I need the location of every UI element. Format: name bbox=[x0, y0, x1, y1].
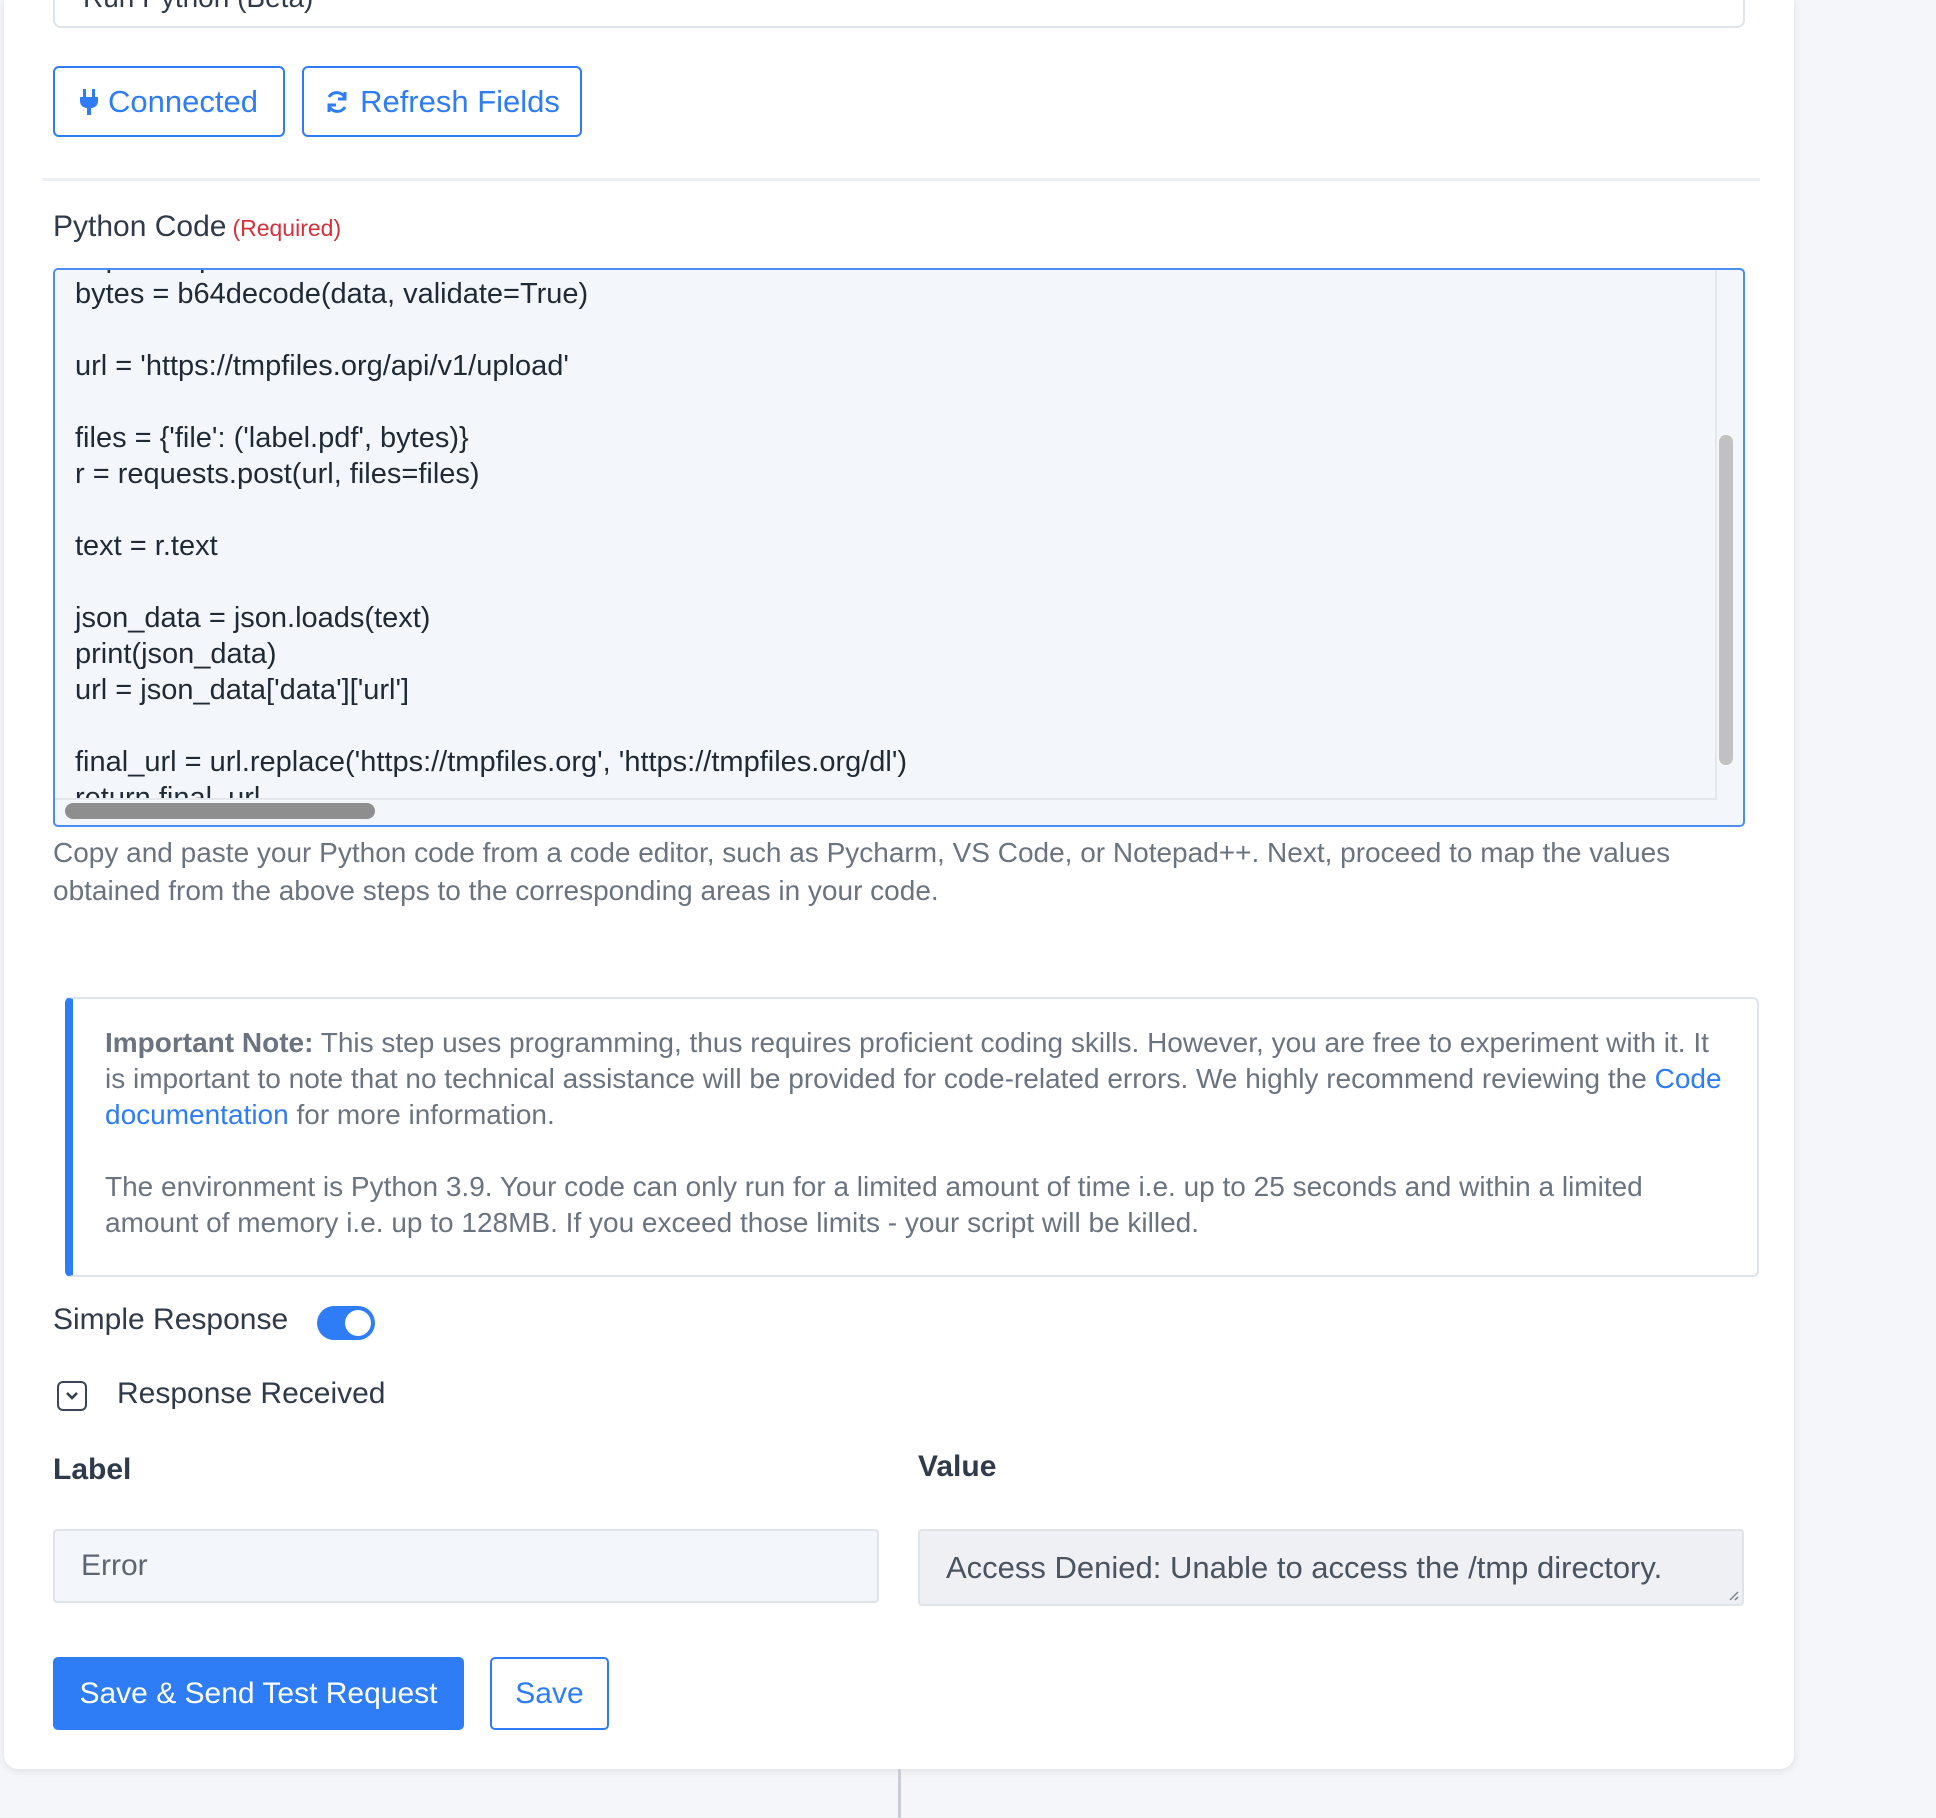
response-label-field[interactable]: Error bbox=[53, 1529, 879, 1603]
value-column-header: Value bbox=[918, 1450, 997, 1483]
refresh-fields-button[interactable]: Refresh Fields bbox=[302, 66, 582, 137]
note-paragraph-1: Important Note: This step uses programmi… bbox=[105, 1025, 1735, 1133]
code-line: return final_url bbox=[75, 782, 261, 800]
python-code-editor[interactable]: import requestsbytes = b64decode(data, v… bbox=[53, 268, 1745, 827]
code-lines: import requestsbytes = b64decode(data, v… bbox=[75, 270, 908, 800]
simple-response-toggle[interactable] bbox=[317, 1306, 375, 1340]
action-event-select[interactable]: Run Python (Beta) bbox=[53, 0, 1745, 28]
code-line: r = requests.post(url, files=files) bbox=[75, 458, 480, 490]
connected-button[interactable]: Connected bbox=[53, 66, 285, 137]
toggle-knob bbox=[345, 1310, 371, 1336]
important-note-box: Important Note: This step uses programmi… bbox=[65, 997, 1759, 1277]
horizontal-scrollbar[interactable] bbox=[65, 803, 375, 819]
note-text-1: This step uses programming, thus require… bbox=[105, 1027, 1709, 1094]
code-line: files = {'file': ('label.pdf', bytes)} bbox=[75, 422, 469, 454]
action-event-value: Run Python (Beta) bbox=[83, 0, 313, 14]
code-line: url = 'https://tmpfiles.org/api/v1/uploa… bbox=[75, 350, 569, 382]
code-line: text = r.text bbox=[75, 530, 218, 562]
save-send-test-button[interactable]: Save & Send Test Request bbox=[53, 1657, 464, 1730]
code-viewport[interactable]: import requestsbytes = b64decode(data, v… bbox=[55, 270, 1717, 800]
simple-response-label: Simple Response bbox=[53, 1303, 289, 1336]
code-line: json_data = json.loads(text) bbox=[75, 602, 431, 634]
save-button[interactable]: Save bbox=[490, 1657, 609, 1730]
response-value-text: Access Denied: Unable to access the /tmp… bbox=[946, 1549, 1663, 1585]
note-title: Important Note: bbox=[105, 1027, 314, 1058]
note-text-1-end: for more information. bbox=[288, 1099, 555, 1130]
python-code-label: Python Code (Required) bbox=[53, 210, 341, 244]
refresh-label: Refresh Fields bbox=[360, 83, 560, 119]
required-marker: (Required) bbox=[232, 215, 342, 241]
code-line: bytes = b64decode(data, validate=True) bbox=[75, 278, 589, 310]
code-line: final_url = url.replace('https://tmpfile… bbox=[75, 746, 908, 778]
note-paragraph-2: The environment is Python 3.9. Your code… bbox=[105, 1171, 1643, 1238]
vertical-scrollbar[interactable] bbox=[1719, 435, 1733, 765]
label-column-header: Label bbox=[53, 1453, 132, 1486]
response-value-field[interactable]: Access Denied: Unable to access the /tmp… bbox=[918, 1529, 1744, 1606]
response-collapse-toggle[interactable] bbox=[57, 1381, 87, 1411]
code-line: print(json_data) bbox=[75, 638, 277, 670]
step-connector-line bbox=[898, 1769, 901, 1818]
connected-label: Connected bbox=[108, 83, 258, 119]
code-help-text: Copy and paste your Python code from a c… bbox=[53, 837, 1671, 906]
section-divider bbox=[42, 178, 1760, 181]
step-card: Run Python (Beta) Connected Refresh Fiel… bbox=[4, 0, 1794, 1769]
chevron-down-icon bbox=[66, 1392, 78, 1400]
python-code-label-text: Python Code bbox=[53, 210, 227, 243]
resize-grip-icon[interactable] bbox=[1725, 1587, 1739, 1601]
code-line: url = json_data['data']['url'] bbox=[75, 674, 410, 706]
refresh-icon bbox=[327, 90, 347, 113]
response-label-value: Error bbox=[81, 1549, 148, 1582]
response-received-title: Response Received bbox=[117, 1377, 386, 1410]
plug-icon bbox=[80, 88, 99, 115]
